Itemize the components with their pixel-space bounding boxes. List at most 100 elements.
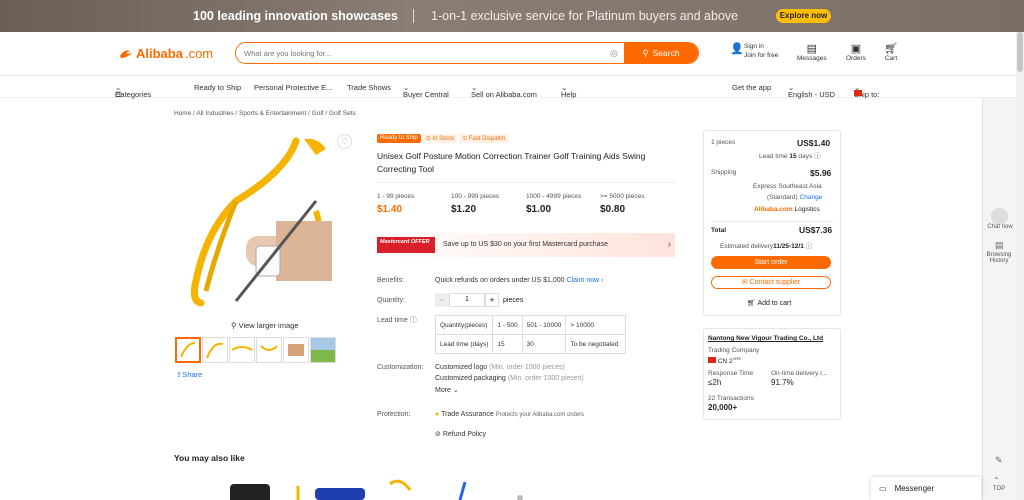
- logo-text: Alibaba: [136, 46, 183, 61]
- info-icon[interactable]: ⓘ: [408, 317, 417, 324]
- chevron-right-icon: ›: [667, 239, 671, 250]
- category-nav: ☰ Categories ⌄ Ready to Ship Personal Pr…: [0, 76, 1024, 99]
- chat-avatar-icon[interactable]: [991, 208, 1008, 225]
- add-to-cart-button[interactable]: 🛒︎ Add to cart: [747, 299, 791, 307]
- breadcrumb-sports[interactable]: Sports & Entertainment: [239, 110, 306, 117]
- quantity-unit: pieces: [503, 296, 524, 304]
- table-cell: 30: [521, 334, 567, 354]
- ship-to-selector[interactable]: Ship to: ⌄: [854, 83, 879, 99]
- change-shipping-link[interactable]: Change: [800, 194, 823, 201]
- thumbnail-1[interactable]: [175, 337, 201, 363]
- trade-assurance[interactable]: ● Trade Assurance Protects your Alibaba.…: [435, 411, 584, 418]
- back-to-top-button[interactable]: TOP: [983, 486, 1015, 492]
- breadcrumb-all-industries[interactable]: All Industries: [196, 110, 233, 117]
- breadcrumb-golf[interactable]: Golf: [312, 110, 324, 117]
- you-may-also-like-heading: You may also like: [174, 453, 245, 463]
- breadcrumb-home[interactable]: Home: [174, 110, 191, 117]
- categories-label: Categories: [115, 90, 152, 99]
- ontime-value: 91.7%: [771, 378, 794, 387]
- contact-supplier-button[interactable]: ✉ Contact supplier: [711, 276, 831, 289]
- nav-item-buyer-central-label: Buyer Central: [403, 90, 449, 99]
- thumbnail-4[interactable]: [256, 337, 282, 363]
- language-label: English - USD: [788, 90, 836, 99]
- nav-item-help[interactable]: Help ⌄: [561, 83, 576, 99]
- country-code: CN: [717, 358, 728, 366]
- chevron-right-icon: ›: [599, 277, 604, 284]
- start-order-button[interactable]: Start order: [711, 256, 831, 269]
- price-tier-1: 1 - 99 pieces $1.40: [377, 193, 414, 215]
- nav-item-ppe[interactable]: Personal Protective E...: [254, 83, 332, 92]
- chat-now-link[interactable]: Chat now: [985, 224, 1015, 230]
- message-icon: ▤: [806, 43, 818, 55]
- messages-link[interactable]: ▤ Messages: [797, 42, 827, 62]
- thumbnail-image: [311, 338, 335, 362]
- cart-link[interactable]: 🛒︎ Cart: [884, 42, 898, 62]
- table-row: Quantity(pieces) 1 - 500 501 - 10000 > 1…: [434, 315, 627, 335]
- info-icon[interactable]: ⓘ: [806, 243, 813, 250]
- explore-now-button[interactable]: Explore now: [776, 9, 831, 23]
- thumbnail-image: [180, 342, 196, 358]
- alibaba-logo[interactable]: Alibaba .com: [118, 46, 213, 61]
- custom-pack-min: (Min. order 1000 pieces): [507, 375, 584, 382]
- cart-icon: 🛒︎: [884, 43, 898, 55]
- categories-menu[interactable]: ☰ Categories ⌄: [115, 83, 151, 99]
- fast-dispatch-label: Fast Dispatch: [468, 136, 506, 142]
- thumbnail-image: [288, 344, 304, 356]
- search-button[interactable]: ⚲ Search: [624, 43, 698, 63]
- nav-item-sell[interactable]: Sell on Alibaba.com ⌄: [471, 83, 537, 99]
- banner-subline: 1-on-1 exclusive service for Platinum bu…: [431, 9, 739, 23]
- page-scrollbar[interactable]: [1016, 32, 1024, 500]
- in-stock-label: In Stock: [432, 136, 455, 142]
- thumbnail-3[interactable]: [229, 337, 255, 363]
- quantity-label: Quantity:: [377, 297, 406, 304]
- increment-button[interactable]: +: [485, 293, 499, 307]
- breadcrumb-golf-sets[interactable]: Golf Sets: [329, 110, 356, 117]
- thumbnail-5[interactable]: [283, 337, 309, 363]
- promo-banner[interactable]: 100 leading innovation showcases 1-on-1 …: [0, 0, 1024, 32]
- scrollbar-thumb[interactable]: [1017, 32, 1023, 72]
- benefits-text: Quick refunds on orders under US $1,000 …: [435, 277, 604, 284]
- view-larger-link[interactable]: ⚲ View larger image: [231, 321, 298, 330]
- tier-price: $1.20: [451, 204, 477, 215]
- logistics-label: Logistics: [794, 206, 820, 213]
- more-toggle[interactable]: More ⌄: [435, 386, 459, 394]
- supplier-country: CN 2YRS: [708, 356, 741, 365]
- shipping-label: Shipping: [711, 169, 737, 176]
- language-selector[interactable]: English - USD ⌄: [788, 83, 835, 99]
- thumbnail-2[interactable]: [202, 337, 228, 363]
- user-icon: 👤: [730, 43, 744, 55]
- custom-logo-min: (Min. order 1000 pieces): [489, 364, 565, 371]
- orders-link[interactable]: ▣ Orders: [846, 42, 866, 62]
- table-cell: 1 - 500: [492, 315, 523, 335]
- top-arrow-icon: ⌃: [993, 476, 1000, 485]
- search-icon: ⚲: [642, 47, 649, 58]
- info-icon[interactable]: ⓘ: [814, 153, 821, 160]
- quantity-input[interactable]: 1: [449, 293, 485, 307]
- feedback-icon[interactable]: ✎: [995, 455, 1003, 466]
- refund-policy[interactable]: ⊘ Refund Policy: [435, 430, 486, 438]
- ready-to-ship-badge: Ready to Ship: [377, 134, 421, 143]
- banner-headline: 100 leading innovation showcases: [193, 9, 398, 23]
- quantity-stepper: − 1 + pieces: [435, 293, 523, 307]
- mastercard-offer[interactable]: Mastercard OFFER Save up to US $30 on yo…: [377, 233, 675, 257]
- claim-now-link[interactable]: Claim now: [567, 277, 600, 284]
- nav-item-trade-shows[interactable]: Trade Shows: [347, 83, 391, 92]
- browsing-history-link[interactable]: Browsing History: [983, 252, 1015, 264]
- share-label: Share: [182, 370, 203, 379]
- decrement-button[interactable]: −: [435, 293, 449, 307]
- supplier-name[interactable]: Nantong New Vigour Trading Co., Ltd: [708, 335, 823, 342]
- messenger-widget[interactable]: ▭ Messenger: [871, 477, 981, 500]
- recommendation-strip: [180, 472, 640, 500]
- cart-label: Cart: [884, 55, 898, 62]
- thumbnail-6[interactable]: [310, 337, 336, 363]
- share-link[interactable]: ⇪Share: [176, 370, 202, 379]
- breadcrumb: Home / All Industries / Sports & Enterta…: [174, 110, 356, 117]
- sign-in-link[interactable]: 👤 Sign in Join for free: [730, 42, 778, 60]
- product-main-image[interactable]: [176, 131, 332, 315]
- get-app-link[interactable]: Get the app: [732, 83, 771, 92]
- favorite-heart-icon[interactable]: ♡: [337, 134, 352, 149]
- search-input[interactable]: [236, 43, 610, 63]
- nav-item-buyer-central[interactable]: Buyer Central ⌄: [403, 83, 449, 99]
- camera-icon[interactable]: ◎: [610, 48, 624, 59]
- nav-item-ready-to-ship[interactable]: Ready to Ship: [194, 83, 241, 92]
